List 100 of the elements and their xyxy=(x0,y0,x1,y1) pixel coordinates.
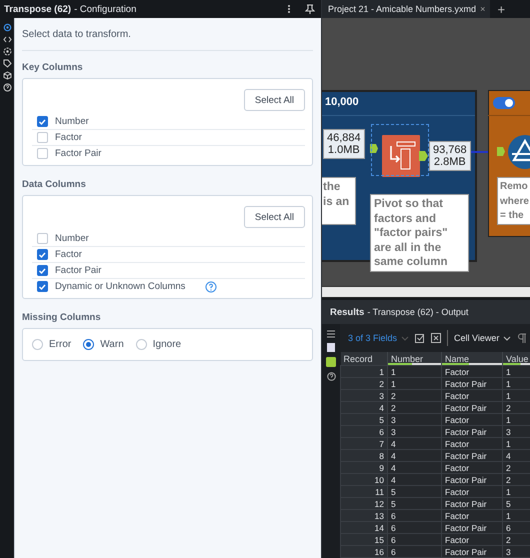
chevron-down-icon xyxy=(401,336,410,340)
document-tab[interactable]: Project 21 - Amicable Numbers.yxmd × xyxy=(322,0,490,18)
table-cell: Factor xyxy=(442,510,502,522)
row-number: 11 xyxy=(340,486,388,498)
checkbox[interactable] xyxy=(37,116,48,127)
fields-dropdown[interactable]: 3 of 3 Fields xyxy=(348,333,410,343)
section-heading: Key Columns xyxy=(22,62,84,73)
container-title: 10,000 xyxy=(325,96,359,108)
table-cell: 5 xyxy=(388,486,442,498)
comment-text: where xyxy=(500,194,530,208)
more-menu-icon[interactable] xyxy=(287,4,291,14)
tab-title: Project 21 - Amicable Numbers.yxmd xyxy=(328,4,476,14)
row-number: 12 xyxy=(340,498,388,510)
checkbox[interactable] xyxy=(37,233,48,244)
results-subtitle: - Transpose (62) - Output xyxy=(367,307,468,317)
row-number: 14 xyxy=(340,522,388,534)
checkbox[interactable] xyxy=(37,249,48,260)
help-icon[interactable] xyxy=(2,83,12,92)
tag-icon[interactable] xyxy=(2,59,12,68)
checkbox[interactable] xyxy=(37,281,48,292)
table-cell: Factor xyxy=(442,366,502,378)
results-title: Results xyxy=(330,306,364,318)
table-cell: 6 xyxy=(388,522,442,534)
checkbox-label: Dynamic or Unknown Columns xyxy=(55,281,186,292)
table-cell: Factor xyxy=(442,486,502,498)
row-number: 5 xyxy=(340,414,388,426)
checkbox-label: Factor Pair xyxy=(55,265,102,276)
record-count: 93,768 xyxy=(433,144,467,156)
table-cell: Factor Pair xyxy=(442,402,502,414)
input-anchor-icon[interactable] xyxy=(497,147,505,156)
cube-icon[interactable] xyxy=(2,71,12,80)
code-icon[interactable] xyxy=(2,35,12,44)
horizontal-scrollbar[interactable] xyxy=(322,286,530,298)
table-cell: 6 xyxy=(388,534,442,546)
table-cell: 3 xyxy=(388,414,442,426)
panel-subtitle: - Configuration xyxy=(74,4,138,14)
table-cell: Factor xyxy=(442,462,502,474)
table-cell: Factor Pair xyxy=(442,450,502,462)
table-cell: 1 xyxy=(502,366,530,378)
radio-label: Warn xyxy=(100,339,124,350)
select-all-button[interactable]: Select All xyxy=(244,89,305,111)
gear-icon[interactable] xyxy=(2,47,12,56)
table-cell: 4 xyxy=(388,462,442,474)
table-cell: 6 xyxy=(388,546,442,558)
row-number: 2 xyxy=(340,378,388,390)
radio-button[interactable] xyxy=(136,339,147,350)
table-cell: 6 xyxy=(388,510,442,522)
radio-button[interactable] xyxy=(83,339,94,350)
row-number: 7 xyxy=(340,438,388,450)
cell-viewer-dropdown[interactable]: Cell Viewer xyxy=(454,333,512,343)
settings-icon[interactable] xyxy=(2,23,12,32)
column-header: Record xyxy=(340,352,388,366)
chevron-down-icon xyxy=(503,336,512,340)
table-cell: Factor xyxy=(442,438,502,450)
row-number: 15 xyxy=(340,534,388,546)
table-cell: Factor xyxy=(442,414,502,426)
table-cell: Factor Pair xyxy=(442,498,502,510)
checkbox-label: Number xyxy=(55,116,89,127)
row-number: 9 xyxy=(340,462,388,474)
table-cell: 1 xyxy=(388,378,442,390)
row-number: 13 xyxy=(340,510,388,522)
tab-close-button[interactable]: × xyxy=(480,4,486,14)
comment-text: Pivot so that factors and "factor pairs" are all in the same column xyxy=(370,194,469,272)
panel-title: Transpose (62) xyxy=(4,4,72,14)
help-icon[interactable] xyxy=(326,372,336,381)
comment-text: the xyxy=(323,180,342,194)
row-number: 16 xyxy=(340,546,388,558)
table-cell: Factor xyxy=(442,534,502,546)
input-anchor-icon[interactable] xyxy=(370,144,378,153)
checkbox-icon[interactable] xyxy=(415,333,426,343)
checkbox[interactable] xyxy=(37,148,48,159)
checkbox[interactable] xyxy=(37,265,48,276)
pin-icon[interactable] xyxy=(305,4,315,14)
toggle-switch[interactable] xyxy=(493,97,515,109)
comment-text: Remo xyxy=(500,180,529,194)
radio-button[interactable] xyxy=(32,339,43,350)
row-number: 10 xyxy=(340,474,388,486)
radio-label: Error xyxy=(49,339,72,350)
select-all-button[interactable]: Select All xyxy=(244,206,305,228)
instruction-text: Select data to transform. xyxy=(22,29,313,51)
table-cell: 3 xyxy=(388,426,442,438)
checkbox[interactable] xyxy=(37,132,48,143)
section-heading: Missing Columns xyxy=(22,312,102,323)
table-cell: Factor Pair xyxy=(442,426,502,438)
section-heading: Data Columns xyxy=(22,179,87,190)
data-size: 2.8MB xyxy=(434,156,466,168)
row-number: 3 xyxy=(340,390,388,402)
column-header: Number xyxy=(388,352,442,366)
row-number: 1 xyxy=(340,366,388,378)
table-cell: 4 xyxy=(388,474,442,486)
list-icon[interactable] xyxy=(327,330,335,338)
table-cell: Factor Pair xyxy=(442,474,502,486)
table-cell: Factor xyxy=(442,390,502,402)
check-icon xyxy=(38,118,47,126)
checkbox-label: Number xyxy=(55,233,89,244)
table-cell: 5 xyxy=(388,498,442,510)
close-box-icon[interactable] xyxy=(431,333,442,343)
comment-text: = the xyxy=(500,209,525,223)
pilcrow-icon[interactable] xyxy=(517,333,528,343)
row-number: 6 xyxy=(340,426,388,438)
